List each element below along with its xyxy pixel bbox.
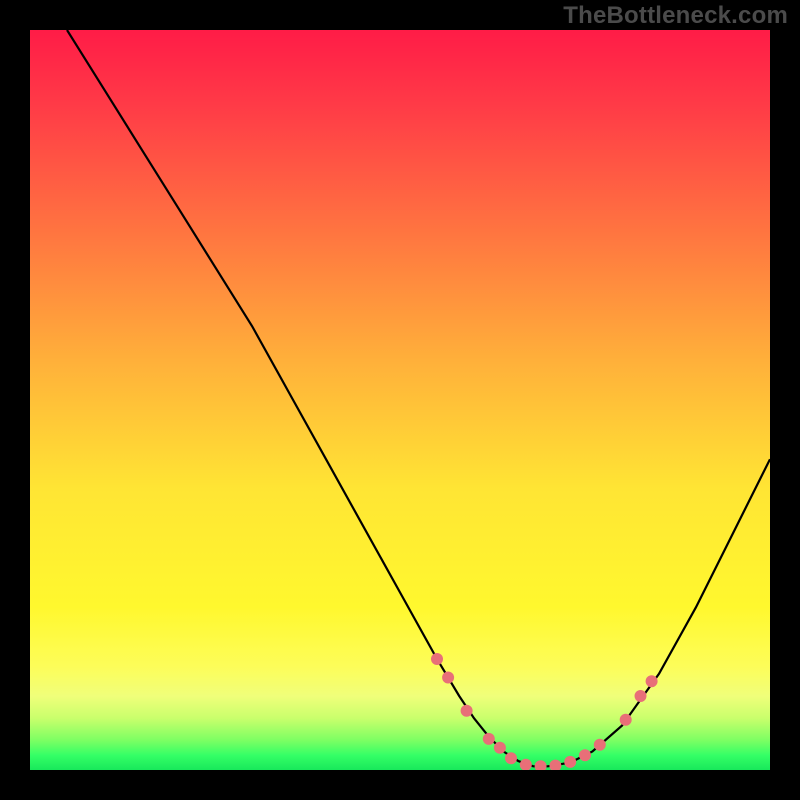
data-point [483, 733, 495, 745]
data-point [442, 672, 454, 684]
data-point [431, 653, 443, 665]
data-point [635, 690, 647, 702]
data-point [620, 714, 632, 726]
data-point [505, 752, 517, 764]
data-point [494, 742, 506, 754]
watermark-text: TheBottleneck.com [563, 2, 788, 30]
data-point [579, 749, 591, 761]
data-point [549, 760, 561, 770]
curve-line [67, 30, 770, 766]
data-point [535, 760, 547, 770]
data-point [564, 756, 576, 768]
data-points-group [431, 653, 658, 770]
bottleneck-curve [30, 30, 770, 770]
data-point [646, 675, 658, 687]
chart-container: TheBottleneck.com [0, 0, 800, 800]
data-point [461, 705, 473, 717]
data-point [594, 739, 606, 751]
plot-area [30, 30, 770, 770]
data-point [520, 759, 532, 770]
